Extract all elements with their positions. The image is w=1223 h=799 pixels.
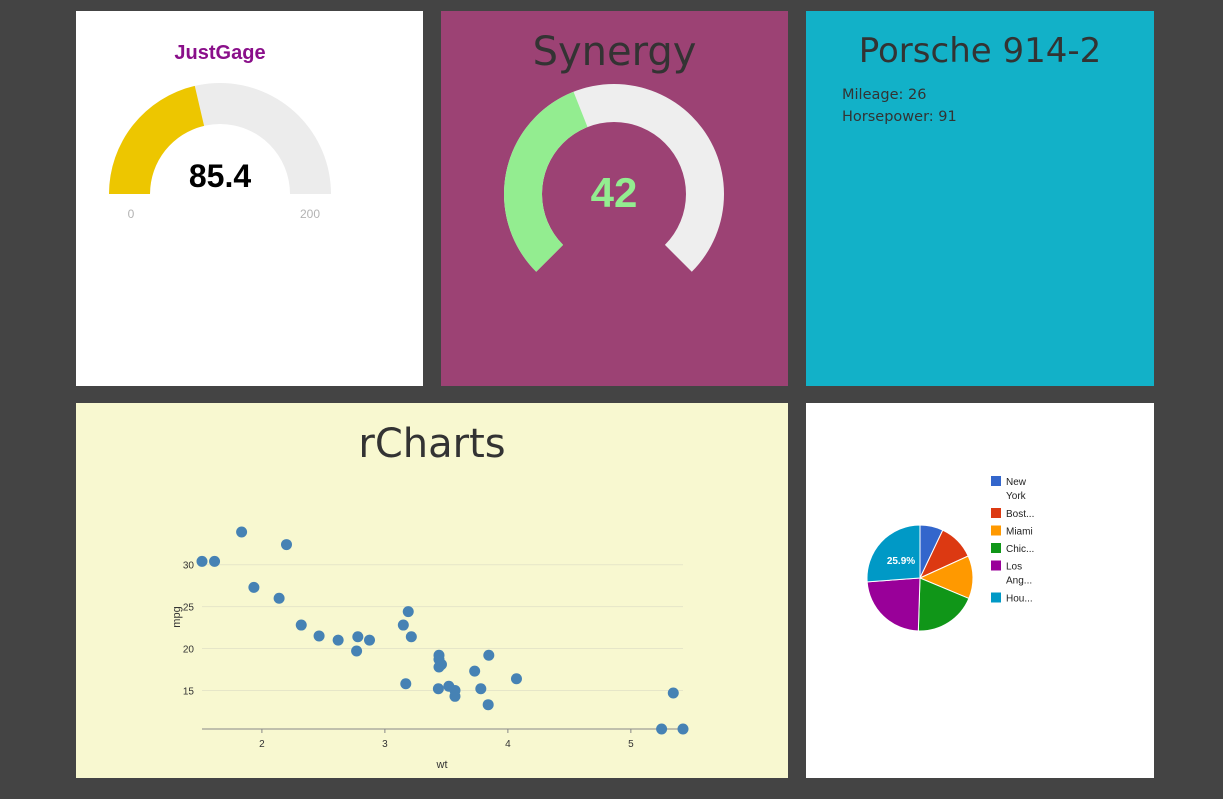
scatter-point[interactable] bbox=[482, 699, 494, 711]
scatter-point[interactable] bbox=[248, 581, 260, 593]
x-tick-label: 3 bbox=[382, 739, 388, 750]
scatter-point[interactable] bbox=[475, 683, 487, 695]
gauge-min-label: 0 bbox=[128, 207, 135, 221]
scatter-point[interactable] bbox=[656, 723, 668, 735]
pie-slice[interactable] bbox=[866, 524, 921, 583]
scatter-point[interactable] bbox=[677, 723, 689, 735]
gauge-fill bbox=[504, 91, 588, 272]
scatter-point[interactable] bbox=[332, 634, 344, 646]
scatter-point[interactable] bbox=[351, 645, 363, 657]
legend-label: Miami bbox=[1006, 527, 1033, 538]
gauge-value: 85.4 bbox=[189, 158, 251, 194]
scatter-point[interactable] bbox=[449, 684, 461, 696]
x-axis-label: wt bbox=[436, 759, 448, 771]
scatter-chart: 2 3 4 5 15 20 25 30 wt mpg bbox=[171, 526, 689, 771]
scatter-point[interactable] bbox=[273, 592, 285, 604]
justgage-gauge: JustGage 85.4 0 200 bbox=[109, 42, 331, 221]
scatter-point[interactable] bbox=[402, 606, 414, 618]
legend-swatch bbox=[991, 476, 1001, 486]
legend-label: Ang... bbox=[1006, 576, 1032, 587]
rcharts-widget: rCharts 2345 15 20 25 30 wt mpg bbox=[76, 403, 788, 778]
scatter-point[interactable] bbox=[667, 687, 679, 699]
legend-label: York bbox=[1006, 491, 1027, 502]
y-tick-label: 25 bbox=[183, 603, 195, 614]
gauge-max-label: 200 bbox=[300, 207, 320, 221]
synergy-gauge: 42 bbox=[504, 83, 724, 272]
scatter-point[interactable] bbox=[405, 631, 417, 643]
scatter-point[interactable] bbox=[236, 526, 248, 538]
y-tick-label: 20 bbox=[183, 645, 195, 656]
legend-swatch bbox=[991, 508, 1001, 518]
scatter-point[interactable] bbox=[397, 619, 409, 631]
legend-swatch bbox=[991, 560, 1001, 571]
scatter-point[interactable] bbox=[196, 555, 208, 567]
scatter-point[interactable] bbox=[469, 665, 481, 677]
legend-label: Bost... bbox=[1006, 509, 1034, 520]
scatter-point[interactable] bbox=[483, 649, 495, 661]
horsepower-text: Horsepower: 91 bbox=[842, 109, 957, 125]
scatter-point[interactable] bbox=[433, 661, 445, 673]
porsche-widget: Porsche 914-2 Mileage: 26 Horsepower: 91 bbox=[806, 11, 1154, 386]
legend-label: New bbox=[1006, 477, 1027, 488]
pie-chart: 25.9% New York Bost... Miami Chic... Los Ang..… bbox=[866, 476, 1034, 632]
pie-widget: 25.9% New York Bost... Miami Chic... Los Ang..… bbox=[806, 403, 1154, 778]
scatter-point[interactable] bbox=[313, 630, 325, 642]
y-tick-label: 15 bbox=[183, 686, 195, 697]
legend-swatch bbox=[991, 543, 1001, 553]
synergy-widget: Synergy 42 bbox=[441, 11, 788, 386]
scatter-point[interactable] bbox=[510, 673, 522, 685]
scatter-point[interactable] bbox=[209, 555, 221, 567]
gauge-value: 42 bbox=[591, 169, 638, 216]
scatter-point[interactable] bbox=[364, 634, 376, 646]
scatter-point[interactable] bbox=[433, 649, 445, 661]
porsche-title: Porsche 914-2 bbox=[858, 31, 1102, 71]
legend-label: Hou... bbox=[1006, 594, 1033, 605]
mileage-text: Mileage: 26 bbox=[842, 87, 927, 103]
x-tick-label: 5 bbox=[628, 739, 634, 750]
scatter-point[interactable] bbox=[352, 631, 364, 643]
y-axis-label: mpg bbox=[171, 606, 183, 627]
x-tick-label: 2 bbox=[259, 739, 265, 750]
pie-data-label: 25.9% bbox=[887, 556, 915, 567]
legend-label: Chic... bbox=[1006, 544, 1034, 555]
justgage-widget: JustGage 85.4 0 200 bbox=[76, 11, 423, 386]
justgage-title: JustGage bbox=[174, 42, 265, 64]
legend-label: Los bbox=[1006, 562, 1022, 573]
legend-swatch bbox=[991, 525, 1001, 536]
y-tick-label: 30 bbox=[183, 561, 195, 572]
scatter-point[interactable] bbox=[432, 683, 444, 695]
legend-swatch bbox=[991, 592, 1001, 603]
pie-slice[interactable] bbox=[866, 577, 921, 632]
scatter-point[interactable] bbox=[295, 619, 307, 631]
x-tick-label: 4 bbox=[505, 739, 511, 750]
scatter-point[interactable] bbox=[280, 539, 292, 551]
scatter-point[interactable] bbox=[400, 678, 412, 690]
